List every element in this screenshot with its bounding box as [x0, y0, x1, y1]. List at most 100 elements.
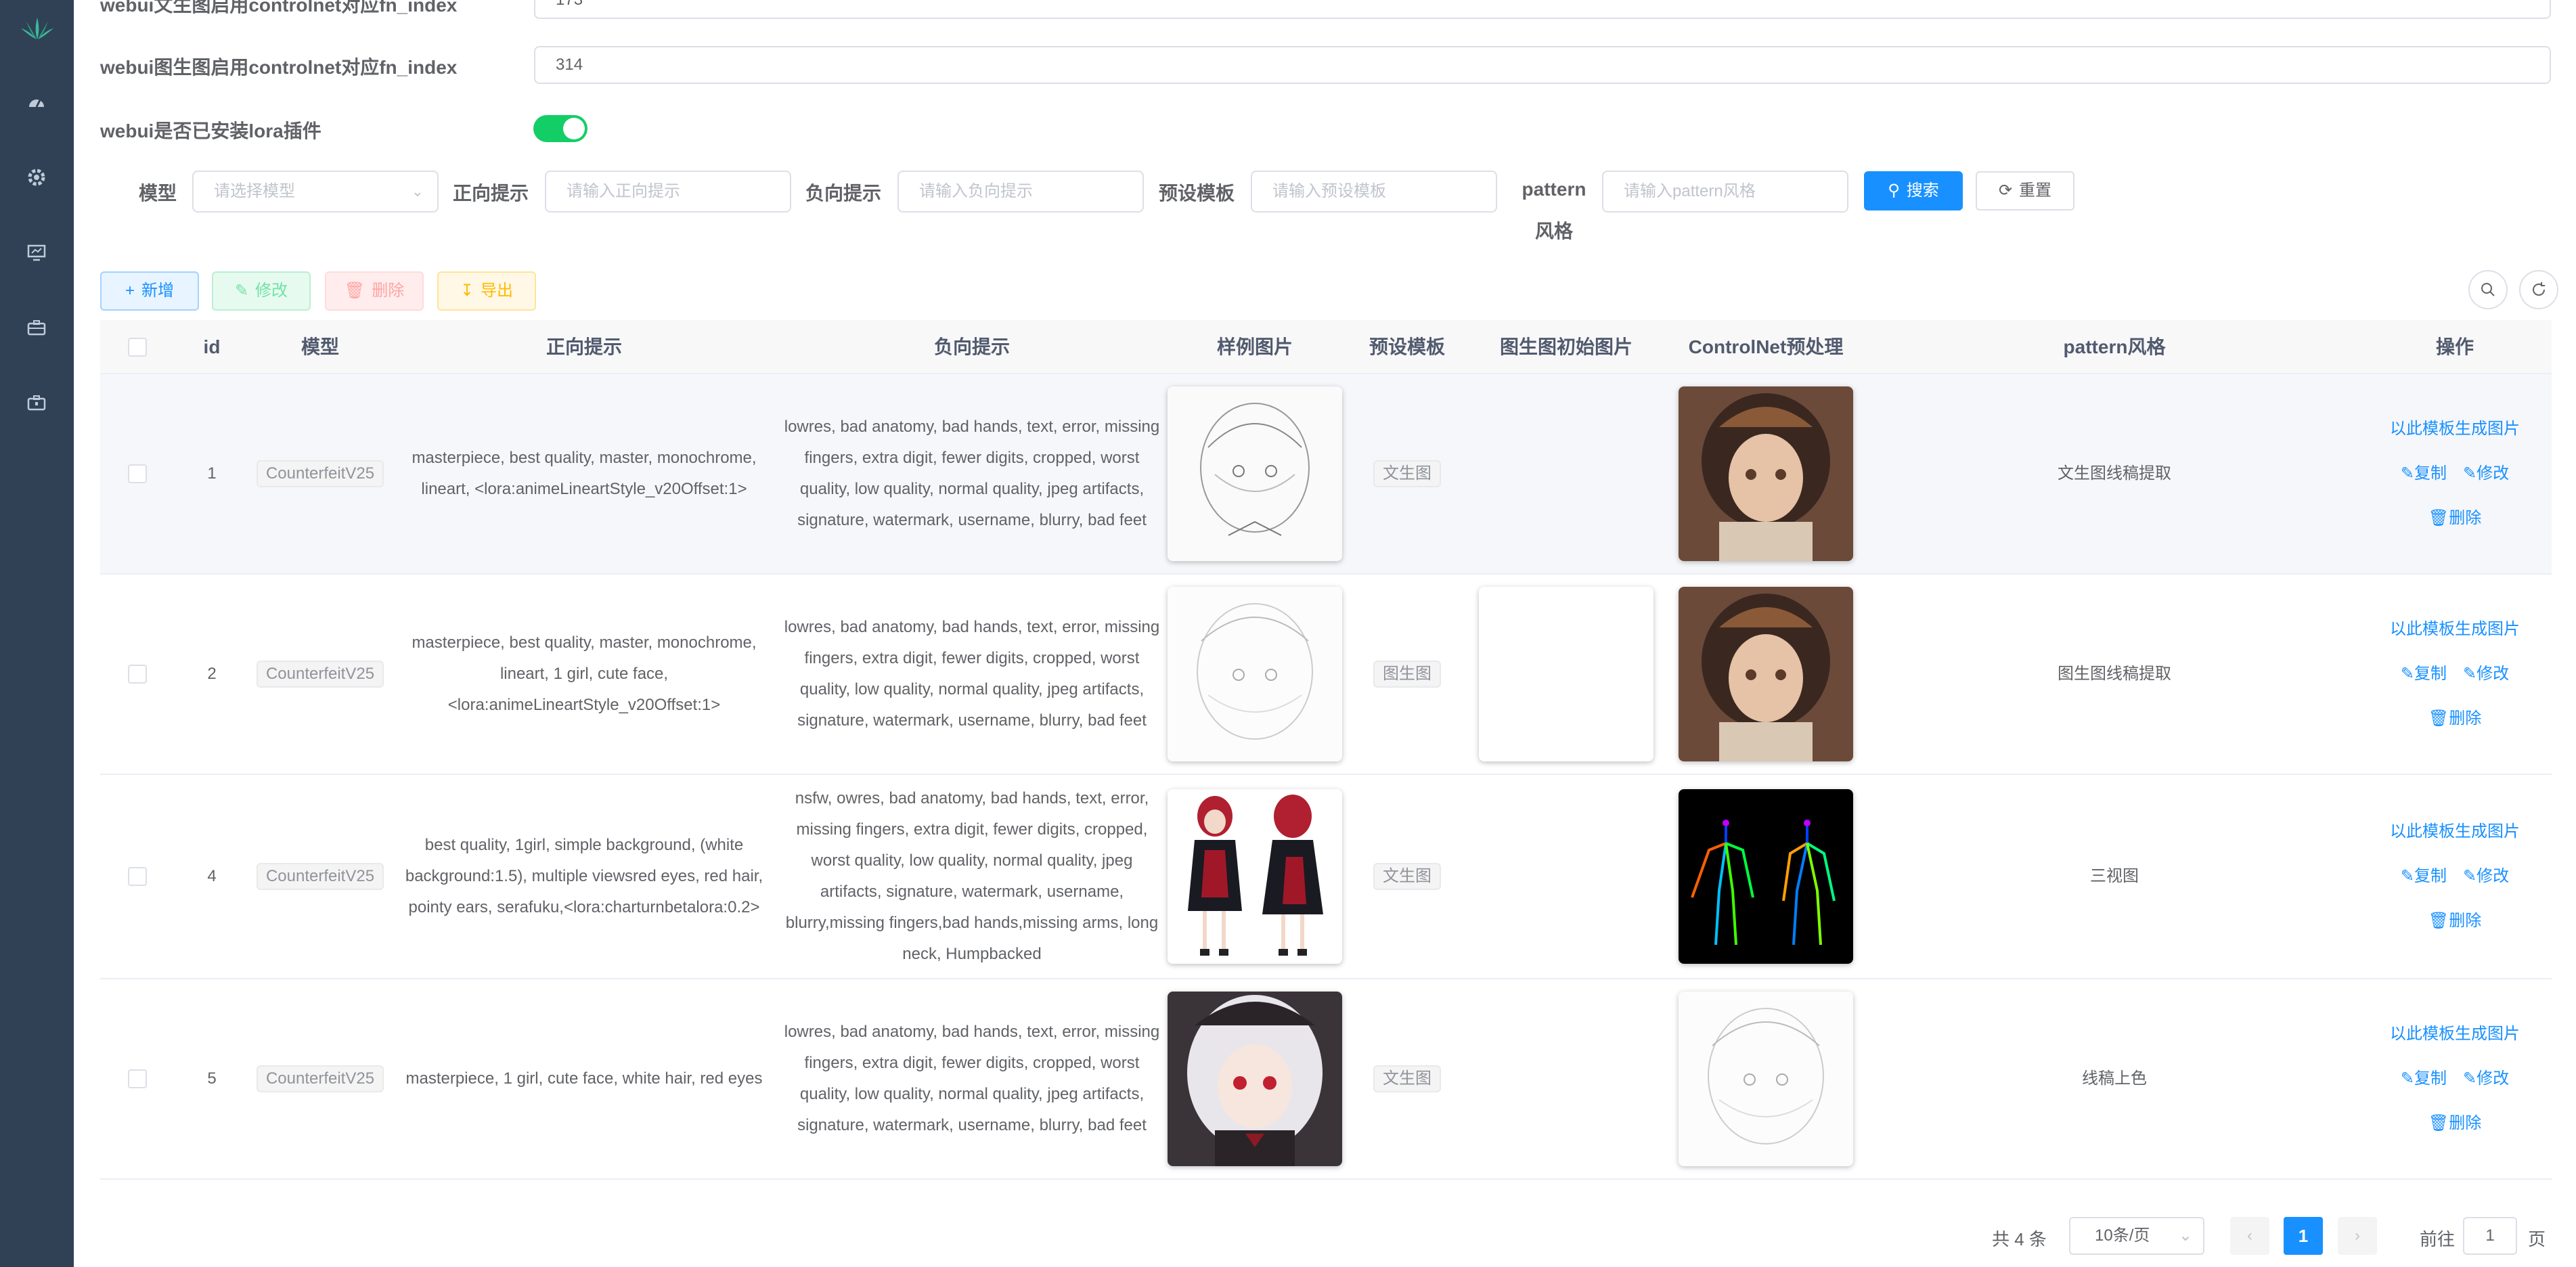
header-controlnet[interactable]: ControlNet预处理 [1661, 320, 1871, 374]
header-template[interactable]: 预设模板 [1343, 320, 1471, 374]
template-input[interactable]: 请输入预设模板 [1251, 171, 1497, 213]
reset-button-label: 重置 [2019, 181, 2052, 200]
row-checkbox[interactable] [128, 1069, 147, 1088]
lora-installed-switch[interactable] [533, 115, 587, 142]
copy-link[interactable]: ✎复制 [2401, 861, 2447, 892]
goto-suffix: 页 [2528, 1229, 2546, 1249]
reset-button[interactable]: ⟳ 重置 [1976, 171, 2074, 210]
delete-link-label: 删除 [2449, 509, 2482, 527]
delete-link[interactable]: 🗑删除 [2428, 503, 2481, 534]
row-negative: lowres, bad anatomy, bad hands, text, er… [784, 1023, 1160, 1134]
goto-prefix: 前往 [2420, 1229, 2456, 1249]
edit-link[interactable]: ✎修改 [2463, 659, 2509, 690]
row-checkbox[interactable] [128, 665, 147, 684]
copy-link[interactable]: ✎复制 [2401, 1063, 2447, 1094]
row-negative: lowres, bad anatomy, bad hands, text, er… [784, 418, 1160, 529]
page-size-select[interactable]: 10条/页 ⌄ [2069, 1217, 2204, 1255]
add-button[interactable]: + 新增 [100, 271, 199, 311]
sample-image[interactable] [1168, 386, 1342, 561]
delete-link-label: 删除 [2449, 709, 2482, 728]
header-positive[interactable]: 正向提示 [391, 320, 777, 374]
controlnet-image[interactable] [1679, 587, 1853, 761]
edit-link-label: 修改 [2477, 464, 2510, 483]
delete-link[interactable]: 🗑删除 [2428, 703, 2481, 734]
negative-filter-label: 负向提示 [805, 183, 882, 204]
sample-image[interactable] [1168, 587, 1342, 761]
fn-index-img2img-input[interactable]: 314 [534, 46, 2551, 84]
generate-from-template-link[interactable]: 以此模板生成图片 [2390, 414, 2520, 445]
goto-page-input[interactable]: 1 [2463, 1217, 2517, 1255]
delete-button[interactable]: 🗑 删除 [325, 271, 424, 311]
model-tag: CounterfeitV25 [256, 460, 384, 487]
model-filter-label: 模型 [139, 183, 177, 204]
sample-image[interactable] [1168, 789, 1342, 964]
table-row[interactable]: 4 CounterfeitV25 best quality, 1girl, si… [100, 775, 2552, 979]
add-button-label: 新增 [141, 282, 174, 300]
init-image[interactable] [1479, 587, 1653, 761]
edit-link[interactable]: ✎修改 [2463, 458, 2509, 489]
edit-link-label: 修改 [2477, 867, 2510, 885]
copy-link[interactable]: ✎复制 [2401, 458, 2447, 489]
prev-page-button[interactable]: ‹ [2230, 1217, 2269, 1255]
dashboard-icon[interactable] [26, 92, 47, 112]
main-content: webui文生图启用controlnet对应fn_index 173 webui… [74, 0, 2576, 1267]
next-page-button[interactable]: › [2338, 1217, 2377, 1255]
template-tag: 文生图 [1373, 460, 1441, 487]
pagination-total: 共 4 条 [1992, 1229, 2047, 1249]
copy-link-label: 复制 [2414, 464, 2447, 483]
generate-from-template-link[interactable]: 以此模板生成图片 [2390, 816, 2520, 847]
table-row[interactable]: 2 CounterfeitV25 masterpiece, best quali… [100, 575, 2552, 775]
edit-button[interactable]: ✎ 修改 [212, 271, 311, 311]
copy-link[interactable]: ✎复制 [2401, 659, 2447, 690]
header-pattern[interactable]: pattern风格 [1871, 320, 2358, 374]
search-button[interactable]: ⚲ 搜索 [1864, 171, 1963, 210]
row-pattern: 线稿上色 [2082, 1069, 2147, 1088]
delete-link[interactable]: 🗑删除 [2428, 1108, 2481, 1139]
header-id[interactable]: id [175, 320, 249, 374]
export-button-label: 导出 [481, 282, 514, 300]
generate-from-template-link[interactable]: 以此模板生成图片 [2390, 1019, 2520, 1050]
row-checkbox[interactable] [128, 867, 147, 886]
model-select[interactable]: 请选择模型 ⌄ [192, 171, 439, 213]
table-row[interactable]: 1 CounterfeitV25 masterpiece, best quali… [100, 374, 2552, 575]
search-icon: ⚲ [1888, 181, 1900, 200]
controlnet-image[interactable] [1679, 789, 1853, 964]
tool-icon[interactable] [26, 317, 47, 338]
export-button[interactable]: ↧ 导出 [437, 271, 536, 311]
monitor-icon[interactable] [26, 242, 47, 263]
header-init-image[interactable]: 图生图初始图片 [1471, 320, 1661, 374]
row-positive: masterpiece, best quality, master, monoc… [412, 449, 757, 498]
row-negative: lowres, bad anatomy, bad hands, text, er… [784, 618, 1160, 730]
header-model[interactable]: 模型 [249, 320, 391, 374]
refresh-button[interactable] [2519, 270, 2558, 309]
controlnet-image[interactable] [1679, 386, 1853, 561]
row-checkbox[interactable] [128, 464, 147, 483]
header-negative[interactable]: 负向提示 [777, 320, 1167, 374]
template-tag: 文生图 [1373, 1065, 1441, 1092]
fn-index-img2img-label: webui图生图启用controlnet对应fn_index [100, 57, 458, 78]
sample-image[interactable] [1168, 992, 1342, 1166]
edit-link-label: 修改 [2477, 1069, 2510, 1088]
page-number-current[interactable]: 1 [2284, 1217, 2323, 1255]
positive-input[interactable]: 请输入正向提示 [545, 171, 791, 213]
generate-from-template-link[interactable]: 以此模板生成图片 [2390, 614, 2520, 645]
header-sample[interactable]: 样例图片 [1167, 320, 1343, 374]
table-header: id 模型 正向提示 负向提示 样例图片 预设模板 图生图初始图片 Contro… [100, 320, 2552, 374]
settings-icon[interactable] [26, 167, 47, 187]
negative-input[interactable]: 请输入负向提示 [897, 171, 1144, 213]
fn-index-txt2img-input[interactable]: 173 [534, 0, 2551, 19]
pattern-input[interactable]: 请输入pattern风格 [1602, 171, 1848, 213]
copy-link-label: 复制 [2414, 867, 2447, 885]
delete-link[interactable]: 🗑删除 [2428, 906, 2481, 937]
controlnet-image[interactable] [1679, 992, 1853, 1166]
edit-link[interactable]: ✎修改 [2463, 861, 2509, 892]
edit-link[interactable]: ✎修改 [2463, 1063, 2509, 1094]
toggle-search-button[interactable] [2468, 270, 2508, 309]
select-all-checkbox[interactable] [128, 338, 147, 357]
logo-icon[interactable] [18, 16, 56, 41]
table-row[interactable]: 5 CounterfeitV25 masterpiece, 1 girl, cu… [100, 979, 2552, 1180]
toolbox-icon[interactable] [26, 393, 47, 413]
edit-link-label: 修改 [2477, 665, 2510, 683]
refresh-icon: ⟳ [1998, 181, 2013, 200]
copy-link-label: 复制 [2414, 665, 2447, 683]
